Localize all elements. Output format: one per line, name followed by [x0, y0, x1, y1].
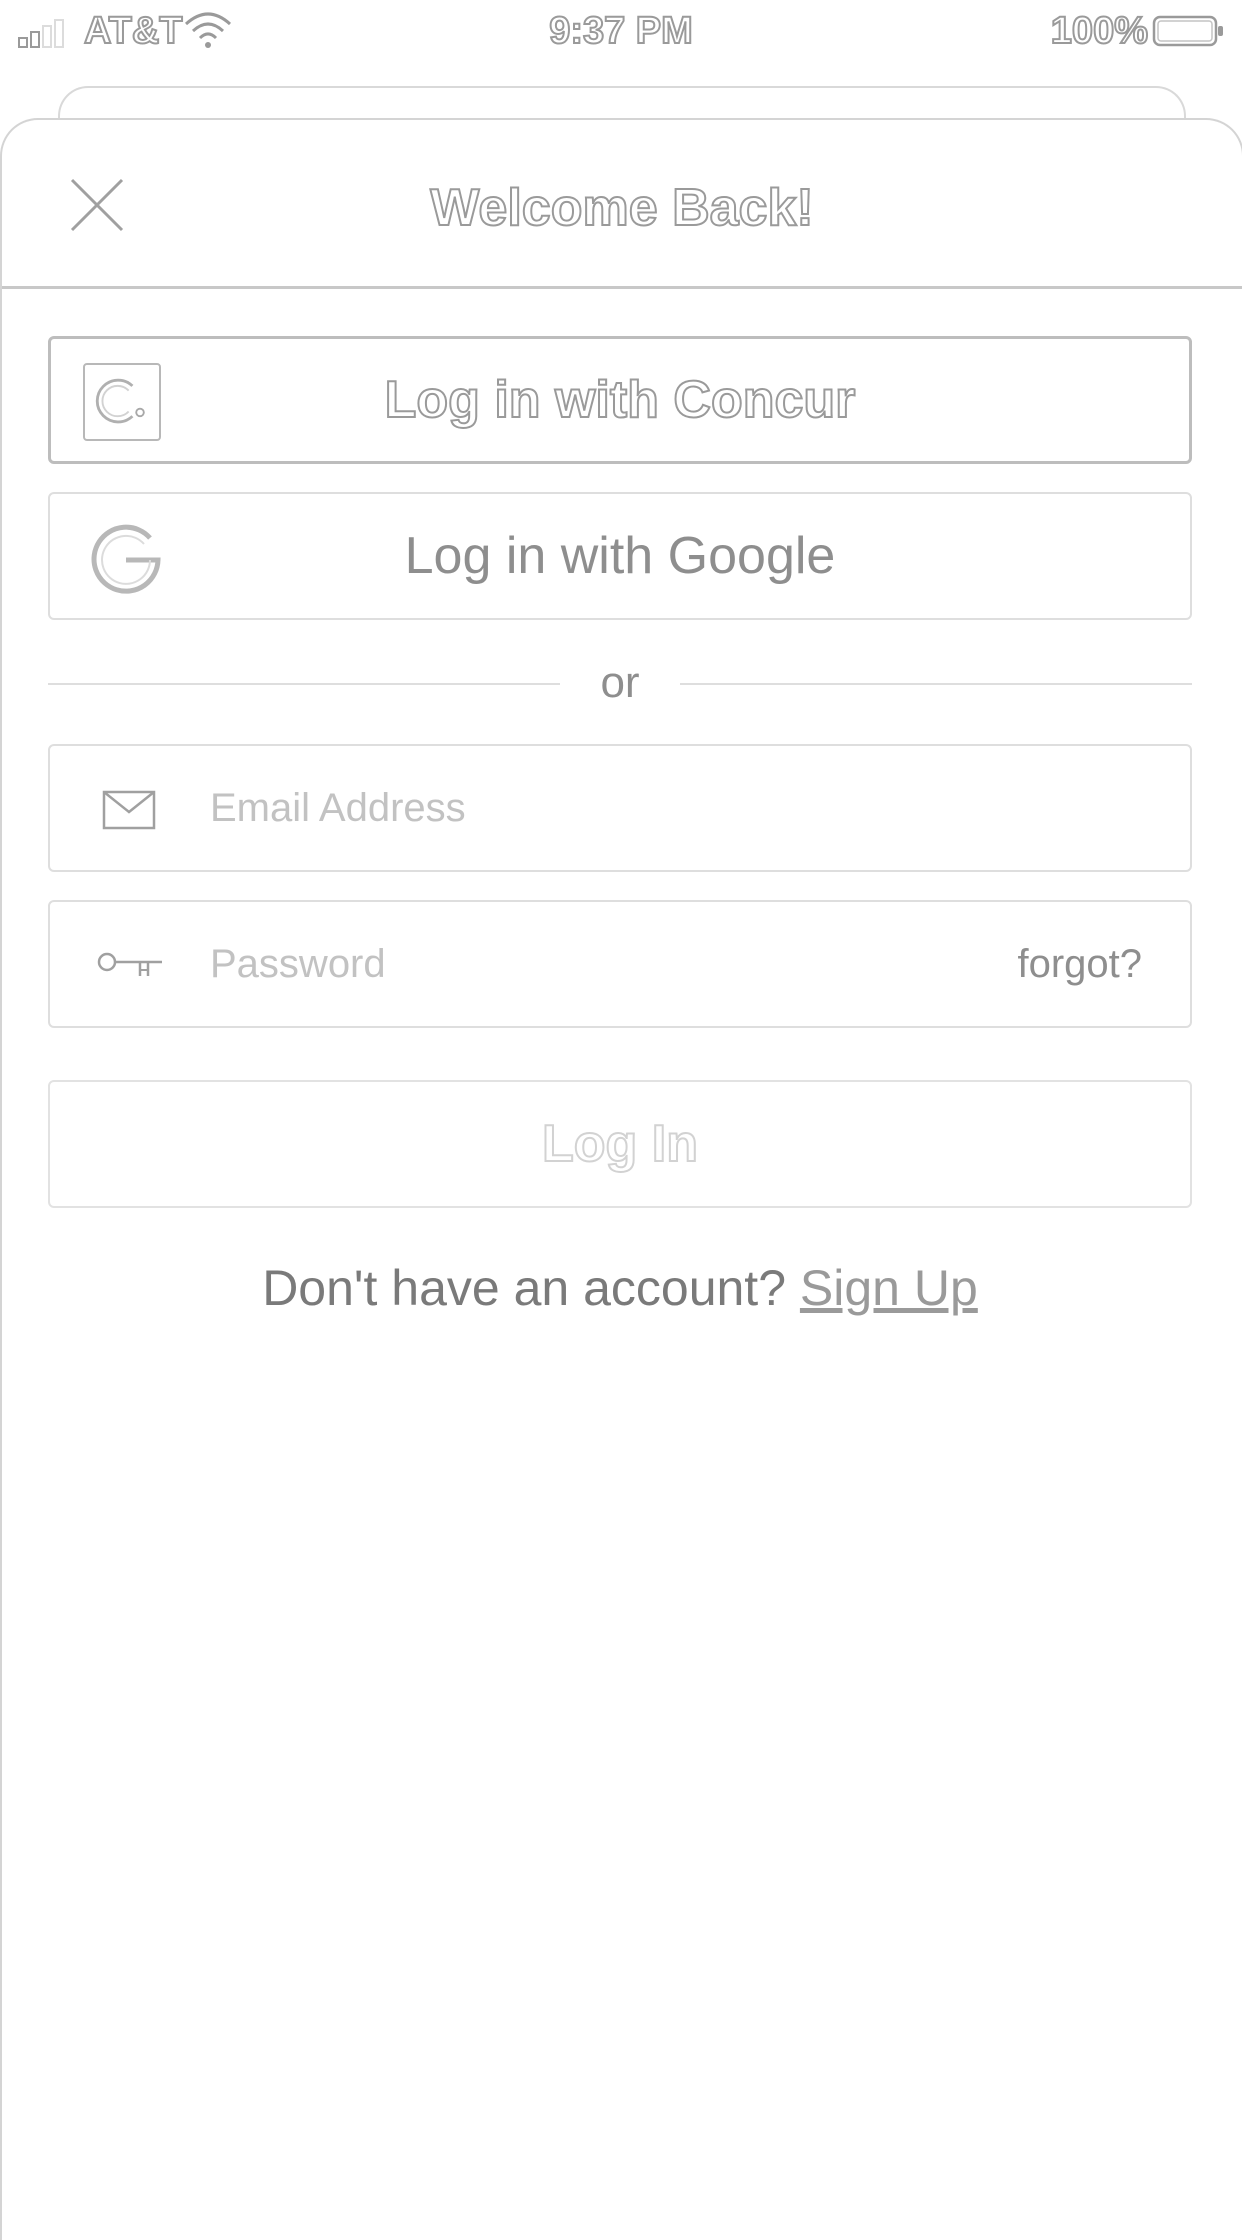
email-field[interactable] [48, 744, 1192, 872]
google-button-label: Log in with Google [404, 527, 836, 585]
envelope-icon [102, 790, 156, 830]
email-input[interactable] [210, 746, 1030, 870]
login-with-concur-button[interactable]: Log in with Concur [48, 336, 1192, 464]
password-input[interactable] [210, 902, 890, 1026]
password-field[interactable]: forgot? [48, 900, 1192, 1028]
sheet-header: Welcome Back! [2, 120, 1242, 289]
divider-or: or [600, 658, 640, 707]
login-button[interactable]: Log In [48, 1080, 1192, 1208]
key-icon [97, 952, 162, 976]
status-bar: AT&T 9:37 PM 100% [0, 0, 1242, 60]
divider-line-left [48, 683, 560, 685]
divider-line-right [680, 683, 1192, 685]
page-title: Welcome Back! [429, 178, 814, 238]
signup-row: Don't have an account? Sign Up [0, 1256, 1240, 1320]
login-button-label: Log In [541, 1114, 699, 1174]
battery-icon [1152, 15, 1223, 47]
battery-percent: 100% [1050, 9, 1149, 53]
concur-button-label: Log in with Concur [384, 370, 857, 430]
signup-prompt: Don't have an account? [262, 1260, 800, 1316]
login-with-google-button[interactable]: Log in with Google [48, 492, 1192, 620]
signup-link[interactable]: Sign Up [800, 1260, 978, 1316]
forgot-password-link[interactable]: forgot? [1017, 902, 1142, 1026]
